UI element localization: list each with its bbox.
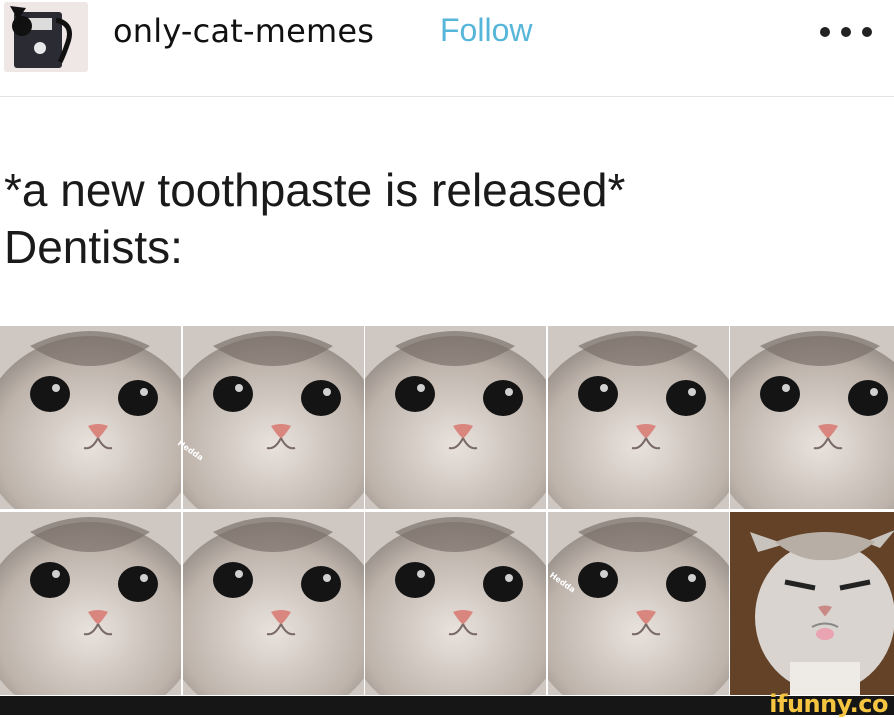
kitten-photo <box>730 326 894 509</box>
dot <box>862 27 872 37</box>
blog-avatar[interactable] <box>4 2 88 72</box>
cat-book-avatar-icon <box>4 2 88 72</box>
kitten-photo <box>0 326 181 509</box>
grumpy-cat-photo <box>730 512 894 695</box>
kitten-photo <box>365 512 546 695</box>
kitten-photo <box>182 512 364 695</box>
kitten-photo <box>547 326 729 509</box>
ifunny-watermark: ifunny.co <box>769 690 888 718</box>
post-header: only-cat-memes Follow <box>0 0 894 97</box>
post-caption: *a new toothpaste is released* Dentists: <box>4 162 625 276</box>
more-options-icon[interactable] <box>820 24 872 40</box>
blog-name[interactable]: only-cat-memes <box>113 12 374 50</box>
caption-line-2: Dentists: <box>4 221 183 273</box>
dot <box>820 27 830 37</box>
kitten-photo <box>0 512 181 695</box>
watermark-bar <box>0 696 894 715</box>
meme-image-grid <box>0 326 894 696</box>
dot <box>841 27 851 37</box>
kitten-photo <box>365 326 546 509</box>
kitten-photo <box>182 326 364 509</box>
kitten-photo <box>547 512 729 695</box>
follow-button[interactable]: Follow <box>440 12 532 49</box>
caption-line-1: *a new toothpaste is released* <box>4 164 626 216</box>
